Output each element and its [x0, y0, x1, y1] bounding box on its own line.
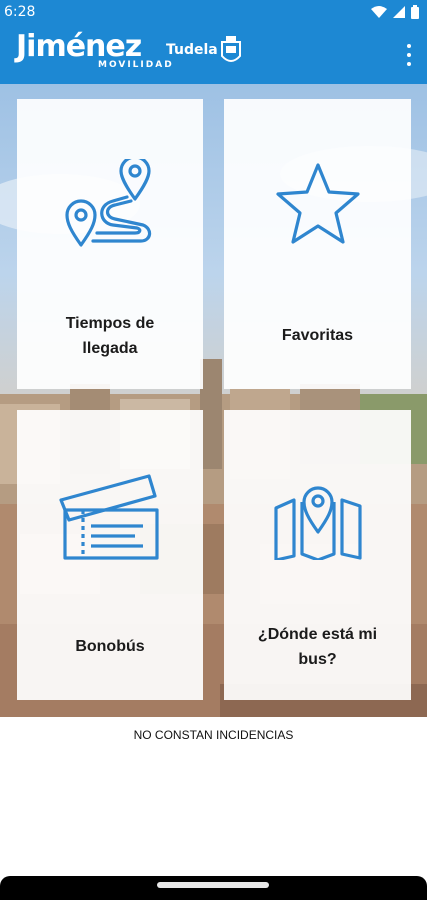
brand-logo: Jiménez MOVILIDAD: [16, 29, 172, 71]
wifi-icon: [371, 6, 387, 18]
system-navigation-bar: [0, 876, 427, 900]
tile-label: Favoritas: [281, 327, 354, 344]
menu-dot: [407, 62, 411, 66]
ticket-icon: [59, 474, 159, 560]
battery-icon: [411, 5, 419, 19]
menu-dot: [407, 53, 411, 57]
home-gesture-handle[interactable]: [157, 882, 269, 888]
city-crest-icon: [221, 36, 241, 62]
tile-where-is-my-bus[interactable]: ¿Dónde está mi bus?: [224, 410, 411, 700]
tile-arrival-times[interactable]: Tiempos de llegada: [17, 99, 203, 389]
incidents-notice: NO CONSTAN INCIDENCIAS: [133, 728, 294, 742]
route-icon: [65, 159, 152, 247]
tile-favorites[interactable]: Favoritas: [224, 99, 411, 389]
city-name: Tudela: [166, 42, 218, 58]
tile-bus-pass[interactable]: Bonobús: [17, 410, 203, 700]
status-bar: 6:28: [0, 0, 427, 26]
brand-subtitle: MOVILIDAD: [98, 60, 174, 70]
map-pin-icon: [274, 486, 362, 560]
tile-label: Bonobús: [75, 638, 145, 655]
signal-icon: [393, 6, 405, 18]
tile-label: Tiempos de llegada: [65, 315, 155, 357]
app-bar: Jiménez MOVILIDAD Tudela: [0, 26, 427, 84]
status-icons: [371, 5, 419, 19]
star-icon: [276, 163, 360, 244]
overflow-menu-button[interactable]: [405, 44, 413, 66]
status-time: 6:28: [4, 4, 36, 20]
menu-dot: [407, 44, 411, 48]
tile-label: ¿Dónde está mi bus?: [257, 626, 378, 668]
brand-name: Jiménez: [16, 29, 142, 64]
